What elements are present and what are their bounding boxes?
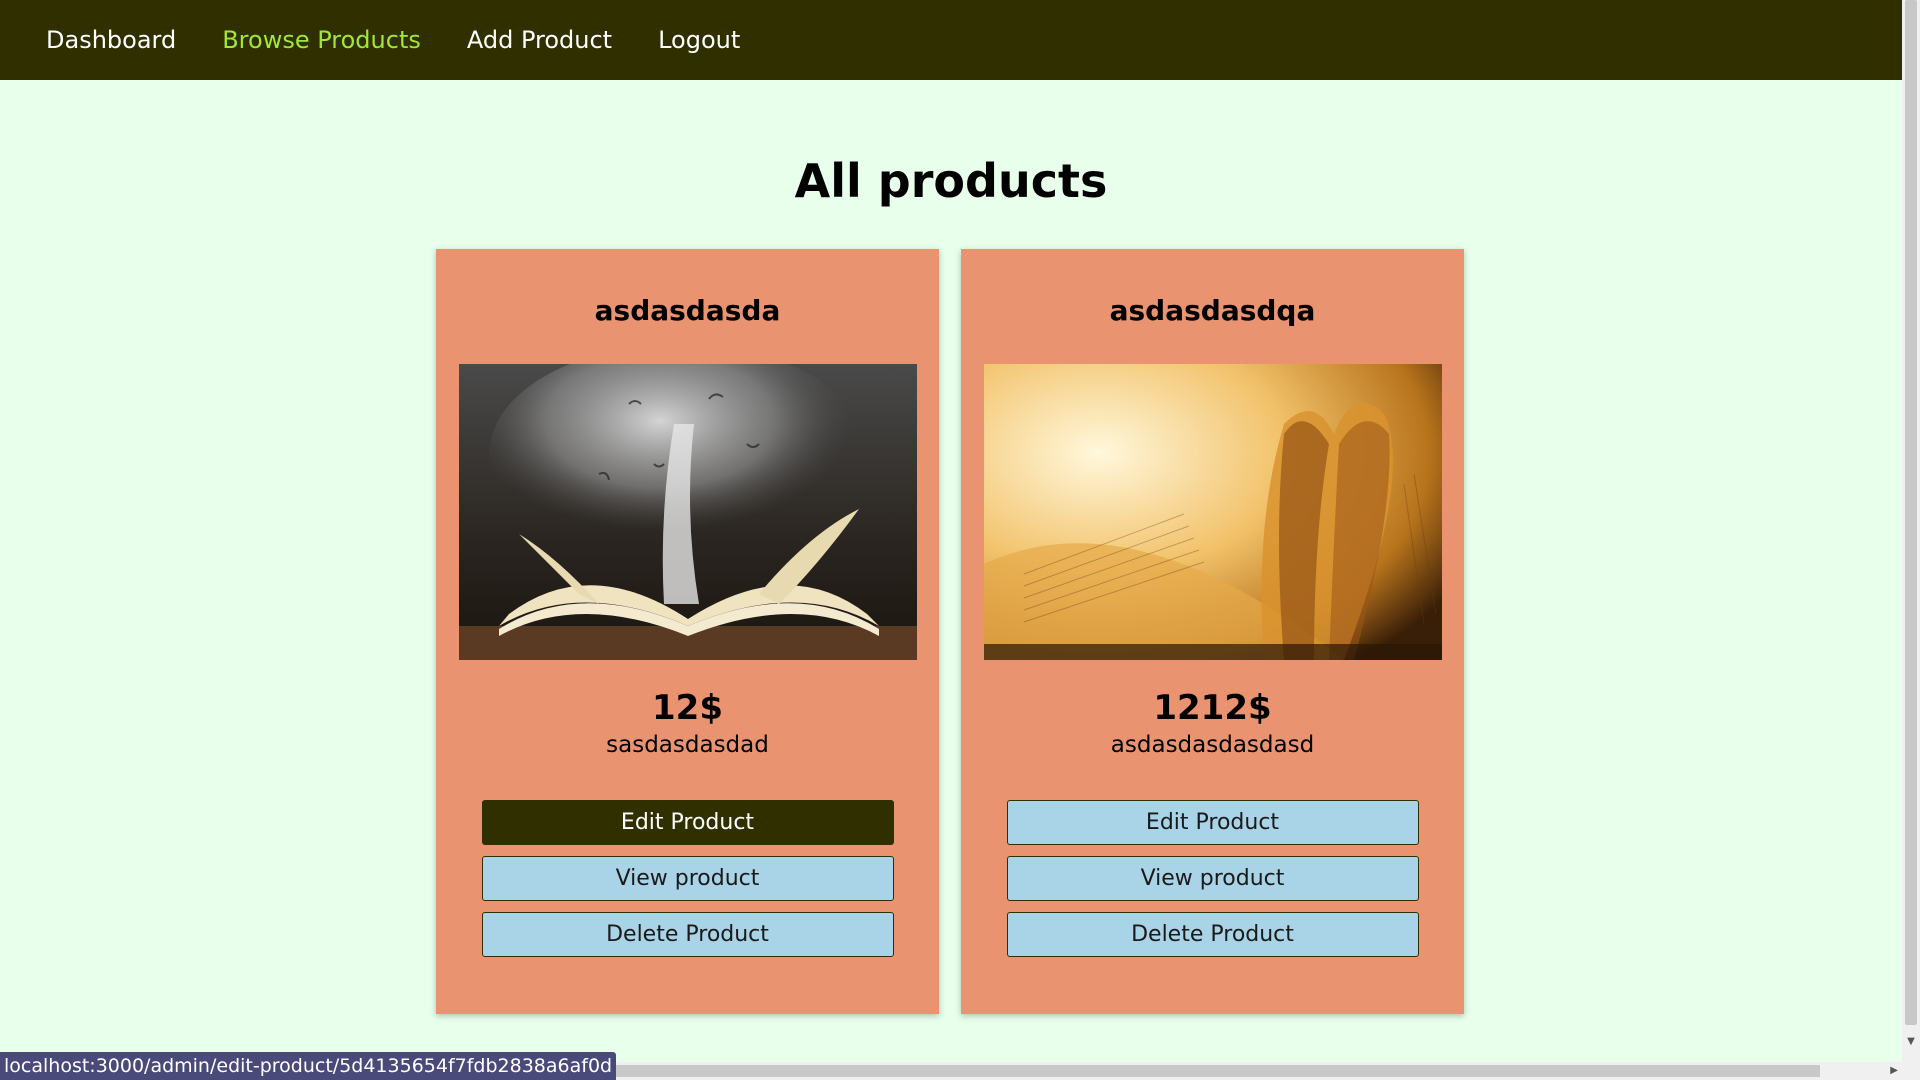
book-heart-pages-image: [983, 364, 1442, 660]
product-description: asdasdasdasdasd: [1110, 732, 1315, 758]
product-price: 1212$: [1153, 688, 1272, 728]
delete-product-button[interactable]: Delete Product: [1006, 912, 1419, 957]
view-product-button[interactable]: View product: [1006, 856, 1419, 901]
book-tornado-image: [458, 364, 917, 660]
vertical-scroll-thumb[interactable]: [1905, 0, 1917, 1025]
vertical-scrollbar[interactable]: ▼: [1902, 0, 1920, 1080]
product-actions: Edit Product View product Delete Product: [481, 800, 894, 957]
view-product-button[interactable]: View product: [481, 856, 894, 901]
product-actions: Edit Product View product Delete Product: [1006, 800, 1419, 957]
product-title: asdasdasda: [594, 294, 781, 327]
product-card: asdasdasdqa 1212$ asdasdasdasdasd Edit P…: [961, 249, 1464, 1014]
browser-viewport: Dashboard Browse Products Add Product Lo…: [0, 0, 1920, 1080]
product-price: 12$: [652, 688, 723, 728]
scroll-right-arrow-icon[interactable]: ▶: [1890, 1062, 1898, 1080]
scroll-down-arrow-icon[interactable]: ▼: [1902, 1036, 1920, 1052]
main-navigation: Dashboard Browse Products Add Product Lo…: [0, 0, 1902, 80]
page-title: All products: [794, 154, 1108, 208]
nav-dashboard-link[interactable]: Dashboard: [46, 26, 176, 54]
product-title: asdasdasdqa: [1109, 294, 1316, 327]
product-description: sasdasdasdad: [606, 732, 769, 758]
edit-product-button[interactable]: Edit Product: [1006, 800, 1419, 845]
link-status-url: localhost:3000/admin/edit-product/5d4135…: [0, 1052, 617, 1080]
product-card: asdasdasda 12$ sasdasdasdad Edit Product…: [436, 249, 939, 1014]
nav-browse-products-link[interactable]: Browse Products: [222, 26, 421, 54]
product-grid: asdasdasda 12$ sasdasdasdad Edit Product…: [436, 249, 1464, 1014]
delete-product-button[interactable]: Delete Product: [481, 912, 894, 957]
nav-logout-link[interactable]: Logout: [658, 26, 740, 54]
edit-product-button[interactable]: Edit Product: [481, 800, 894, 845]
nav-add-product-link[interactable]: Add Product: [467, 26, 612, 54]
